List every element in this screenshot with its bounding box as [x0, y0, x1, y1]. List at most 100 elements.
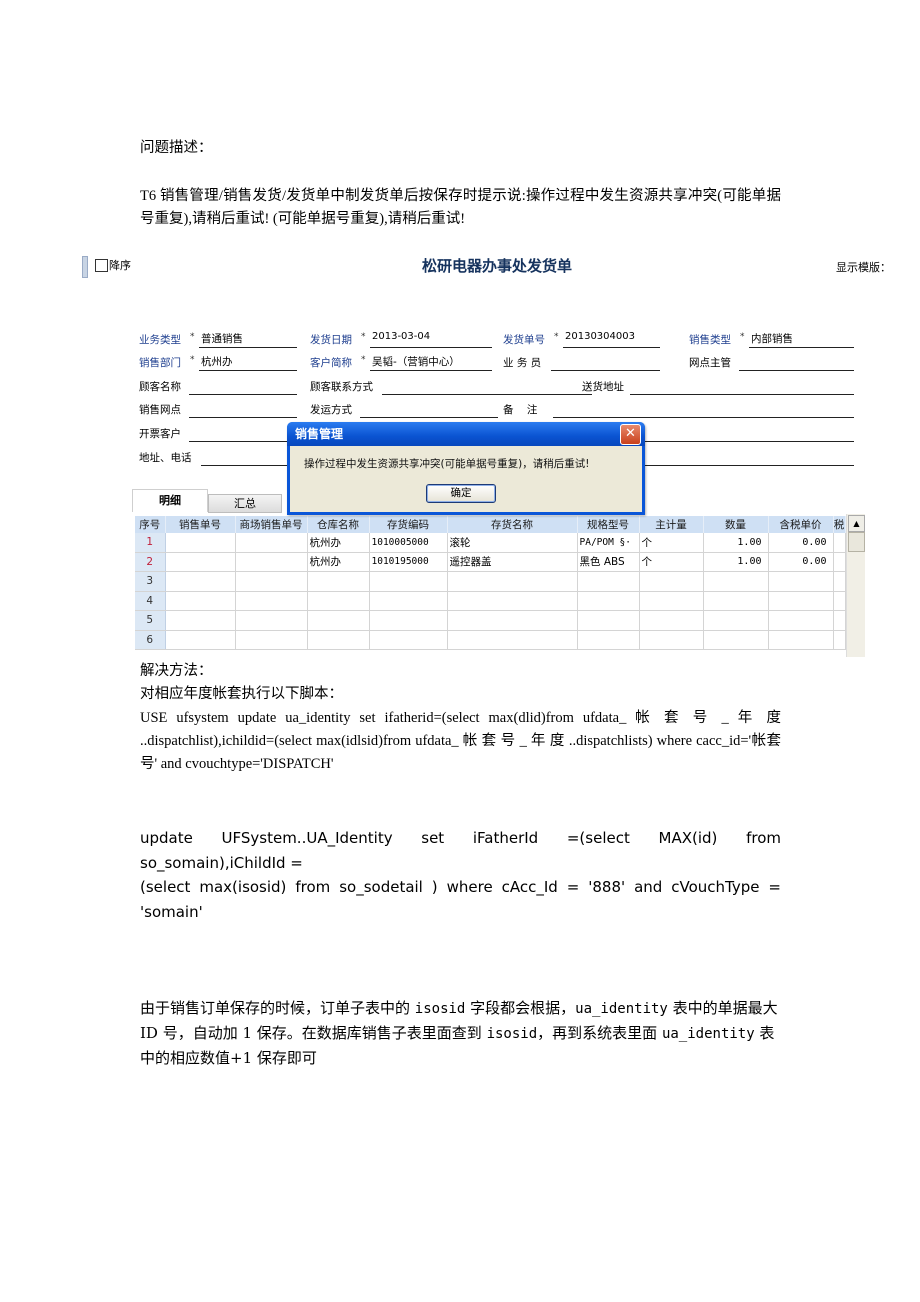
col-header[interactable]: 商场销售单号 — [235, 516, 308, 533]
grid-cell[interactable] — [165, 552, 236, 572]
grid-cell[interactable] — [235, 533, 308, 553]
field-ship-address[interactable]: 送货地址 — [582, 379, 854, 395]
field-client-name[interactable]: 顾客名称 — [139, 379, 297, 395]
scroll-up-arrow-icon[interactable]: ▲ — [848, 515, 865, 532]
grid-cell[interactable] — [369, 630, 448, 650]
col-header[interactable]: 含税单价 — [768, 516, 834, 533]
grid-cell[interactable]: 0.00 — [768, 533, 834, 553]
grid-cell[interactable] — [447, 630, 578, 650]
grid-cell[interactable] — [833, 630, 846, 650]
col-header[interactable]: 存货名称 — [447, 516, 578, 533]
grid-cell[interactable] — [447, 571, 578, 592]
field-ship-date[interactable]: 发货日期 * 2013-03-04 — [310, 331, 492, 348]
field-remark[interactable]: 备 注 — [503, 402, 854, 418]
col-header[interactable]: 序号 — [135, 516, 166, 533]
col-header[interactable]: 规格型号 — [577, 516, 640, 533]
grid-cell[interactable] — [369, 610, 448, 631]
tab-detail[interactable]: 明细 — [132, 489, 208, 512]
table-row[interactable]: 1 杭州办 1010005000 滚轮 PA/POM §· 个 1.00 0.00 — [135, 533, 846, 553]
grid-cell[interactable]: 1010195000 — [369, 552, 448, 572]
close-icon[interactable]: ✕ — [620, 424, 641, 445]
col-header[interactable]: 仓库名称 — [307, 516, 370, 533]
grid-cell[interactable]: 黑色 ABS — [577, 552, 640, 572]
grid-cell[interactable] — [703, 610, 769, 631]
splitter-handle[interactable] — [82, 256, 88, 278]
grid-cell[interactable] — [833, 591, 846, 611]
grid-cell[interactable]: 1.00 — [703, 533, 769, 553]
grid-cell[interactable] — [235, 571, 308, 592]
grid-cell[interactable] — [833, 552, 846, 572]
grid-cell[interactable] — [577, 610, 640, 631]
grid-cell[interactable] — [165, 571, 236, 592]
grid-cell[interactable] — [639, 610, 704, 631]
grid-cell[interactable] — [235, 610, 308, 631]
grid-cell[interactable] — [447, 610, 578, 631]
field-ship-no[interactable]: 发货单号 * 20130304003 — [503, 331, 660, 348]
field-sales-outlet[interactable]: 销售网点 — [139, 402, 297, 418]
field-customer-short[interactable]: 客户简称 * 吴韬-（营销中心） — [310, 355, 492, 371]
col-header[interactable]: 数量 — [703, 516, 769, 533]
grid-cell[interactable] — [768, 591, 834, 611]
grid-cell[interactable] — [307, 630, 370, 650]
grid-cell[interactable] — [768, 610, 834, 631]
table-row[interactable]: 3 — [135, 571, 846, 592]
grid-cell[interactable] — [235, 591, 308, 611]
grid-cell[interactable] — [833, 533, 846, 553]
grid-cell[interactable] — [703, 591, 769, 611]
col-header[interactable]: 存货编码 — [369, 516, 448, 533]
grid-cell[interactable] — [639, 630, 704, 650]
grid-cell[interactable]: 个 — [639, 533, 704, 553]
grid-cell[interactable] — [577, 591, 640, 611]
grid-cell[interactable] — [703, 571, 769, 592]
grid-cell[interactable] — [307, 591, 370, 611]
grid-cell[interactable] — [768, 571, 834, 592]
col-header[interactable]: 主计量 — [639, 516, 704, 533]
grid-cell[interactable]: 1010005000 — [369, 533, 448, 553]
field-client-contact[interactable]: 顾客联系方式 — [310, 379, 592, 395]
grid-cell[interactable] — [639, 591, 704, 611]
grid-vertical-scrollbar[interactable]: ▲ — [846, 514, 865, 657]
grid-cell[interactable]: PA/POM §· — [577, 533, 640, 553]
grid-cell[interactable]: 滚轮 — [447, 533, 578, 553]
field-sales-type[interactable]: 销售类型 * 内部销售 — [689, 332, 854, 348]
grid-cell[interactable] — [577, 571, 640, 592]
grid-cell[interactable]: 遥控器盖 — [447, 552, 578, 572]
descending-checkbox[interactable] — [95, 259, 108, 272]
col-header[interactable]: 税 — [833, 516, 846, 533]
table-row[interactable]: 4 — [135, 591, 846, 611]
field-outlet-manager[interactable]: 网点主管 — [689, 355, 854, 371]
grid-cell[interactable]: 0.00 — [768, 552, 834, 572]
grid-cell[interactable] — [768, 630, 834, 650]
grid-cell[interactable] — [235, 552, 308, 572]
grid-cell[interactable] — [833, 610, 846, 631]
scroll-thumb[interactable] — [848, 532, 865, 552]
grid-cell[interactable]: 个 — [639, 552, 704, 572]
grid-cell[interactable] — [577, 630, 640, 650]
field-business-type[interactable]: 业务类型 * 普通销售 — [139, 332, 297, 348]
grid-cell[interactable] — [703, 630, 769, 650]
grid-cell[interactable] — [165, 610, 236, 631]
grid-cell[interactable] — [165, 533, 236, 553]
grid-cell[interactable] — [369, 571, 448, 592]
grid-cell[interactable] — [447, 591, 578, 611]
grid-cell[interactable]: 1.00 — [703, 552, 769, 572]
table-row[interactable]: 6 — [135, 630, 846, 650]
grid-cell[interactable] — [307, 571, 370, 592]
table-row[interactable]: 5 — [135, 610, 846, 631]
field-ship-method[interactable]: 发运方式 — [310, 402, 498, 418]
tab-summary[interactable]: 汇总 — [208, 494, 282, 513]
grid-cell[interactable]: 杭州办 — [307, 533, 370, 553]
ok-button[interactable]: 确定 — [426, 484, 496, 503]
col-header[interactable]: 销售单号 — [165, 516, 236, 533]
grid-cell[interactable] — [369, 591, 448, 611]
grid-cell[interactable] — [165, 630, 236, 650]
grid-cell[interactable] — [833, 571, 846, 592]
grid-cell[interactable] — [235, 630, 308, 650]
field-salesperson[interactable]: 业 务 员 — [503, 355, 660, 371]
grid-cell[interactable] — [165, 591, 236, 611]
field-sales-dept[interactable]: 销售部门 * 杭州办 — [139, 355, 297, 371]
grid-cell[interactable] — [307, 610, 370, 631]
table-row[interactable]: 2 杭州办 1010195000 遥控器盖 黑色 ABS 个 1.00 0.00 — [135, 552, 846, 572]
grid-cell[interactable] — [639, 571, 704, 592]
grid-cell[interactable]: 杭州办 — [307, 552, 370, 572]
